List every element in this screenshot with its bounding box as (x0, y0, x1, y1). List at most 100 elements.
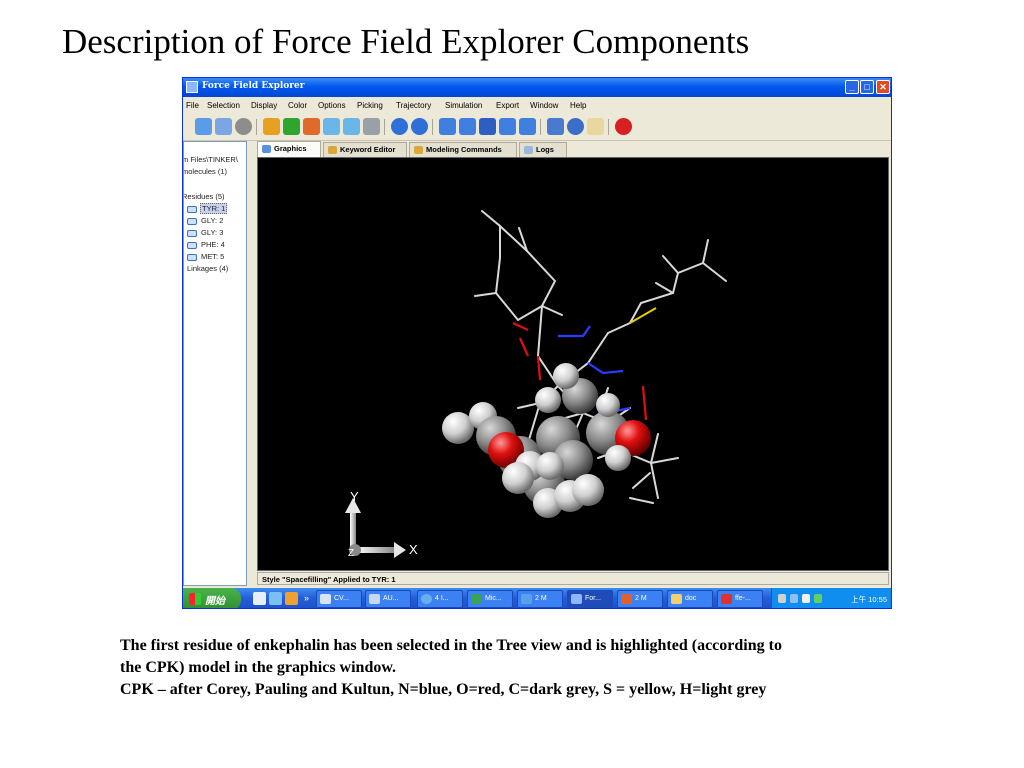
task-label: doc (685, 595, 697, 602)
save-icon[interactable] (215, 118, 232, 135)
coordinate-axes (345, 498, 406, 558)
menu-file[interactable]: File (186, 101, 199, 110)
window-title: Force Field Explorer (202, 81, 305, 91)
menu-picking[interactable]: Picking (357, 101, 383, 110)
zoom-out-icon[interactable] (343, 118, 360, 135)
menu-display[interactable]: Display (251, 101, 277, 110)
open-icon[interactable] (195, 118, 212, 135)
window-titlebar[interactable]: Force Field Explorer _ □ ✕ (183, 78, 891, 97)
window-icon (571, 594, 582, 604)
task-label: 2 M (635, 595, 647, 602)
tab-modeling-commands[interactable]: Modeling Commands (409, 142, 517, 157)
fast-forward-icon[interactable] (439, 118, 456, 135)
menu-color[interactable]: Color (288, 101, 307, 110)
tree-residues[interactable]: Residues (5) (184, 192, 225, 201)
clear-icon[interactable] (587, 118, 604, 135)
start-button[interactable]: 開始 (183, 588, 241, 608)
tree-view[interactable]: m Files\TINKER\ molecules (1) Residues (… (183, 141, 247, 586)
zoom-in-icon[interactable] (323, 118, 340, 135)
menu-help[interactable]: Help (570, 101, 586, 110)
play-icon[interactable] (459, 118, 476, 135)
task-label: 2 M (535, 595, 547, 602)
slide-caption: The first residue of enkephalin has been… (120, 635, 960, 701)
check-icon[interactable] (283, 118, 300, 135)
tree-residue-phe[interactable]: PHE: 4 (201, 240, 225, 249)
molecule-view[interactable]: Y X Z (258, 158, 888, 570)
caption-line: CPK – after Corey, Pauling and Kultun, N… (120, 681, 767, 698)
task-force-field-explorer[interactable]: For... (567, 590, 613, 608)
task-cv[interactable]: CV... (316, 590, 362, 608)
task-doc[interactable]: doc (667, 590, 713, 608)
window-icon (621, 594, 632, 604)
tree-path[interactable]: m Files\TINKER\ (184, 155, 238, 164)
tree-residue-gly2[interactable]: GLY: 2 (201, 216, 223, 225)
skip-back-icon[interactable] (519, 118, 536, 135)
tab-label: Graphics (274, 144, 307, 153)
messenger-icon[interactable] (269, 592, 282, 605)
clock[interactable]: 上午 10:55 (851, 594, 887, 605)
folder-icon (187, 218, 197, 225)
menu-bar: File Selection Display Color Options Pic… (183, 97, 891, 114)
volume-icon[interactable] (802, 594, 810, 603)
browser-icon (421, 594, 432, 604)
tree-residue-tyr[interactable]: TYR: 1 (200, 203, 228, 214)
tree-molecules[interactable]: molecules (1) (184, 167, 227, 176)
network-icon[interactable] (790, 594, 798, 603)
task-label: 4 I... (435, 595, 449, 602)
system-tray: 上午 10:55 (771, 588, 891, 608)
tab-label: Logs (536, 145, 554, 154)
wrench-icon[interactable] (263, 118, 280, 135)
task-label: AU... (383, 595, 399, 602)
window-icon (320, 594, 331, 604)
window-icon (471, 594, 482, 604)
maximize-button[interactable]: □ (860, 80, 874, 94)
task-label: ffe-... (735, 595, 751, 602)
monitor-icon[interactable] (547, 118, 564, 135)
stop-icon[interactable] (479, 118, 496, 135)
menu-trajectory[interactable]: Trajectory (396, 101, 431, 110)
task-2m-a[interactable]: 2 M (517, 590, 563, 608)
close-button[interactable]: ✕ (876, 80, 890, 94)
menu-simulation[interactable]: Simulation (445, 101, 482, 110)
menu-export[interactable]: Export (496, 101, 519, 110)
tab-logs[interactable]: Logs (519, 142, 567, 157)
task-mic[interactable]: Mic... (467, 590, 513, 608)
globe-icon[interactable] (567, 118, 584, 135)
menu-window[interactable]: Window (530, 101, 558, 110)
menu-selection[interactable]: Selection (207, 101, 240, 110)
help-icon[interactable] (615, 118, 632, 135)
spacefilling-atoms (442, 363, 651, 518)
task-ffe[interactable]: ffe-... (717, 590, 763, 608)
camera-icon[interactable] (363, 118, 380, 135)
start-label: 開始 (205, 596, 225, 607)
back-icon[interactable] (391, 118, 408, 135)
logs-icon (524, 146, 533, 154)
media-icon[interactable] (285, 592, 298, 605)
tree-residue-met[interactable]: MET: 5 (201, 252, 224, 261)
graphics-canvas[interactable]: Y X Z (257, 157, 889, 571)
tree-residue-gly3[interactable]: GLY: 3 (201, 228, 223, 237)
task-label: For... (585, 595, 601, 602)
tree-linkages[interactable]: Linkages (4) (187, 264, 228, 273)
forward-icon[interactable] (411, 118, 428, 135)
keyboard-icon[interactable] (778, 594, 786, 603)
task-ie[interactable]: 4 I... (417, 590, 463, 608)
tab-graphics[interactable]: Graphics (257, 141, 321, 157)
close-icon[interactable] (235, 118, 252, 135)
rewind-icon[interactable] (499, 118, 516, 135)
quicklaunch-more[interactable]: » (304, 593, 309, 603)
tab-keyword-editor[interactable]: Keyword Editor (323, 142, 407, 157)
home-icon[interactable] (303, 118, 320, 135)
desktop-icon[interactable] (253, 592, 266, 605)
task-label: CV... (334, 595, 349, 602)
minimize-button[interactable]: _ (845, 80, 859, 94)
tab-label: Modeling Commands (426, 145, 502, 154)
toolbar-separator (540, 119, 541, 135)
task-2m-b[interactable]: 2 M (617, 590, 663, 608)
menu-options[interactable]: Options (318, 101, 346, 110)
caption-line: the CPK) model in the graphics window. (120, 659, 397, 676)
security-icon[interactable] (814, 594, 822, 603)
task-au[interactable]: AU... (365, 590, 411, 608)
folder-icon (187, 206, 197, 213)
taskbar: 開始 » CV... AU... 4 I... Mic... 2 M For..… (183, 588, 891, 608)
